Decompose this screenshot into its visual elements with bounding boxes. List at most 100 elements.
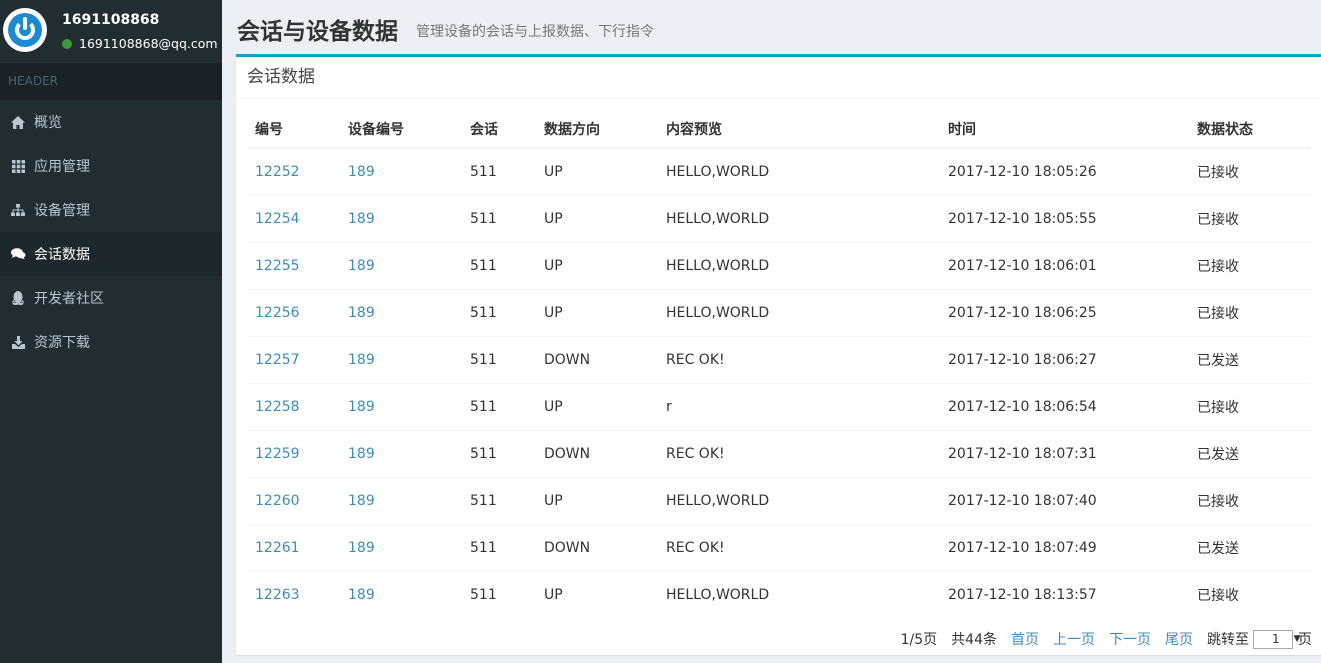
cell-device-id: 189 [340, 523, 462, 571]
cell-time: 2017-12-10 18:07:40 [940, 476, 1189, 524]
sidebar-item-community[interactable]: 开发者社区 [0, 276, 222, 320]
avatar[interactable] [3, 8, 47, 52]
sidebar-item-label: 会话数据 [34, 247, 90, 263]
cell-session: 511 [462, 335, 536, 383]
cell-direction: UP [536, 241, 658, 289]
cell-session: 511 [462, 241, 536, 289]
sidebar-item-overview[interactable]: 概览 [0, 100, 222, 144]
device-id-link[interactable]: 189 [348, 540, 375, 556]
device-id-link[interactable]: 189 [348, 446, 375, 462]
cell-direction: DOWN [536, 335, 658, 383]
cell-device-id: 189 [340, 241, 462, 289]
cell-content: HELLO,WORLD [658, 241, 940, 289]
cell-id: 12254 [247, 194, 340, 242]
cell-time: 2017-12-10 18:07:31 [940, 429, 1189, 477]
device-id-link[interactable]: 189 [348, 164, 375, 180]
record-id-link[interactable]: 12261 [255, 540, 300, 556]
column-header-device-id: 设备编号 [340, 110, 462, 149]
column-header-session: 会话 [462, 110, 536, 149]
record-id-link[interactable]: 12263 [255, 587, 300, 603]
column-header-id: 编号 [247, 110, 340, 149]
record-id-link[interactable]: 12257 [255, 352, 300, 368]
sidebar-item-devices[interactable]: 设备管理 [0, 188, 222, 232]
first-page-link[interactable]: 首页 [1011, 629, 1039, 649]
sidebar-item-downloads[interactable]: 资源下载 [0, 320, 222, 364]
page-info: 1/5页 [900, 632, 938, 648]
online-status-icon [62, 39, 72, 49]
page-subtitle: 管理设备的会话与上报数据、下行指令 [416, 24, 654, 40]
record-id-link[interactable]: 12256 [255, 305, 300, 321]
cell-status: 已接收 [1189, 241, 1311, 289]
cell-id: 12261 [247, 523, 340, 571]
sidebar: 1691108868 1691108868@qq.com HEADER 概览 应… [0, 0, 222, 663]
last-page-link[interactable]: 尾页 [1165, 629, 1193, 649]
home-icon [10, 114, 26, 130]
cell-content: REC OK! [658, 335, 940, 383]
device-id-link[interactable]: 189 [348, 493, 375, 509]
table-row: 12259 189 511 DOWN REC OK! 2017-12-10 18:07:3… [247, 429, 1311, 477]
record-id-link[interactable]: 12252 [255, 164, 300, 180]
panel-title: 会话数据 [236, 57, 1321, 99]
cell-id: 12258 [247, 382, 340, 430]
cell-direction: UP [536, 147, 658, 195]
cell-device-id: 189 [340, 335, 462, 383]
sidebar-item-label: 应用管理 [34, 159, 90, 175]
qq-icon [10, 290, 26, 306]
cell-time: 2017-12-10 18:06:25 [940, 288, 1189, 336]
table-row: 12254 189 511 UP HELLO,WORLD 2017-12-10 18:05… [247, 194, 1311, 242]
cell-direction: DOWN [536, 523, 658, 571]
device-id-link[interactable]: 189 [348, 587, 375, 603]
column-header-direction: 数据方向 [536, 110, 658, 149]
table-row: 12260 189 511 UP HELLO,WORLD 2017-12-10 18:07… [247, 476, 1311, 524]
record-id-link[interactable]: 12260 [255, 493, 300, 509]
record-id-link[interactable]: 12255 [255, 258, 300, 274]
cell-time: 2017-12-10 18:06:01 [940, 241, 1189, 289]
cell-status: 已接收 [1189, 382, 1311, 430]
prev-page-link[interactable]: 上一页 [1053, 629, 1095, 649]
record-id-link[interactable]: 12258 [255, 399, 300, 415]
next-page-link[interactable]: 下一页 [1109, 629, 1151, 649]
cell-id: 12256 [247, 288, 340, 336]
cell-status: 已接收 [1189, 194, 1311, 242]
cell-time: 2017-12-10 18:07:49 [940, 523, 1189, 571]
record-id-link[interactable]: 12259 [255, 446, 300, 462]
cell-content: HELLO,WORLD [658, 194, 940, 242]
cell-direction: UP [536, 570, 658, 618]
cell-time: 2017-12-10 18:06:27 [940, 335, 1189, 383]
device-id-link[interactable]: 189 [348, 352, 375, 368]
cell-device-id: 189 [340, 288, 462, 336]
comments-icon [10, 246, 26, 262]
sidebar-item-sessions[interactable]: 会话数据 [0, 232, 222, 276]
user-name: 1691108868 [62, 12, 160, 28]
cell-session: 511 [462, 288, 536, 336]
cell-id: 12259 [247, 429, 340, 477]
device-id-link[interactable]: 189 [348, 258, 375, 274]
cell-session: 511 [462, 429, 536, 477]
cell-id: 12257 [247, 335, 340, 383]
user-email: 1691108868@qq.com [79, 36, 218, 51]
sitemap-icon [10, 202, 26, 218]
sidebar-item-label: 设备管理 [34, 203, 90, 219]
sidebar-item-apps[interactable]: 应用管理 [0, 144, 222, 188]
cell-device-id: 189 [340, 429, 462, 477]
record-id-link[interactable]: 12254 [255, 211, 300, 227]
session-table: 编号 设备编号 会话 数据方向 内容预览 时间 数据状态 12252 189 511… [247, 110, 1311, 618]
page-unit: 页 [1298, 632, 1312, 648]
cell-direction: UP [536, 288, 658, 336]
device-id-link[interactable]: 189 [348, 305, 375, 321]
cell-direction: UP [536, 382, 658, 430]
page-jump-select[interactable]: 1 ▼ [1253, 629, 1301, 649]
cell-time: 2017-12-10 18:13:57 [940, 570, 1189, 618]
sidebar-header: HEADER [0, 63, 222, 100]
sidebar-item-label: 开发者社区 [34, 291, 104, 307]
cell-session: 511 [462, 382, 536, 430]
cell-direction: UP [536, 476, 658, 524]
cell-content: REC OK! [658, 523, 940, 571]
table-row: 12263 189 511 UP HELLO,WORLD 2017-12-10 18:13… [247, 570, 1311, 618]
column-header-time: 时间 [940, 110, 1189, 149]
cell-time: 2017-12-10 18:05:55 [940, 194, 1189, 242]
device-id-link[interactable]: 189 [348, 399, 375, 415]
cell-content: HELLO,WORLD [658, 147, 940, 195]
cell-device-id: 189 [340, 570, 462, 618]
device-id-link[interactable]: 189 [348, 211, 375, 227]
